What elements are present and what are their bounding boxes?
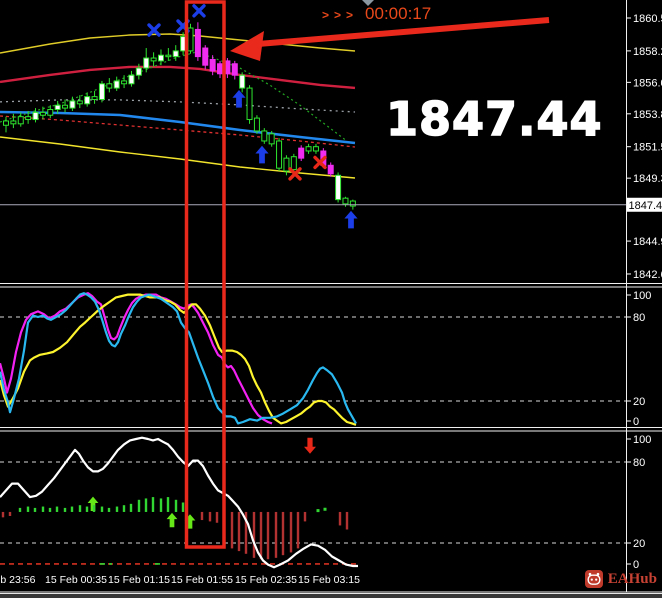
current-price-tag-text: 1847.44 bbox=[629, 200, 662, 212]
axis-label: 80 bbox=[633, 457, 645, 469]
histogram-bar-green bbox=[174, 499, 178, 512]
axis-label: 80 bbox=[633, 312, 645, 324]
histogram-bar-green bbox=[129, 503, 133, 512]
histogram-bar-green bbox=[92, 505, 96, 512]
histogram-bar-green bbox=[107, 507, 111, 512]
time-label: 15 Feb 01:15 bbox=[108, 574, 170, 586]
axis-label: 100 bbox=[633, 290, 651, 302]
axis-label: 1858.2 bbox=[633, 46, 662, 58]
time-label: 15 Feb 02:35 bbox=[235, 574, 297, 586]
histogram-bar-green bbox=[137, 499, 141, 512]
histogram-bar-red bbox=[303, 511, 307, 522]
eahub-watermark: EAHub bbox=[584, 570, 657, 588]
histogram-bar-green bbox=[181, 502, 185, 512]
eahub-label: EAHub bbox=[607, 570, 657, 587]
histogram-bar-green bbox=[159, 498, 163, 512]
histogram-bar-green bbox=[41, 506, 45, 512]
histogram-bar-red bbox=[266, 511, 270, 560]
histogram-bar-red bbox=[338, 511, 342, 526]
time-label: eb 23:56 bbox=[0, 574, 36, 586]
axis-label: 20 bbox=[633, 538, 645, 550]
histogram-bar-green bbox=[100, 506, 104, 512]
window-bottom-edge bbox=[0, 593, 662, 598]
axis-label: 20 bbox=[633, 396, 645, 408]
histogram-bar-green bbox=[55, 506, 59, 512]
time-label: 15 Feb 00:35 bbox=[45, 574, 107, 586]
axis-label: 1849.3 bbox=[633, 173, 662, 185]
histogram-bar-red bbox=[252, 511, 256, 558]
current-price-readout: 1847.44 bbox=[385, 91, 603, 147]
histogram-bar-green bbox=[85, 506, 89, 512]
timer-countdown: 00:00:17 bbox=[365, 4, 432, 23]
histogram-dot-green bbox=[316, 509, 320, 513]
histogram-dot-green bbox=[323, 507, 327, 511]
histogram-bar-red bbox=[281, 511, 285, 556]
time-axis[interactable]: eb 23:5615 Feb 00:3515 Feb 01:1515 Feb 0… bbox=[0, 574, 360, 586]
axis-label: 1860.5 bbox=[633, 13, 662, 25]
histogram-bar-red bbox=[1, 511, 5, 518]
histogram-bar-red bbox=[289, 511, 293, 553]
time-label: 15 Feb 03:15 bbox=[298, 574, 360, 586]
axis-label: 1853.8 bbox=[633, 109, 662, 121]
axis-label: 1844.9 bbox=[633, 236, 662, 248]
histogram-bar-red bbox=[237, 511, 241, 552]
histogram-bar-green bbox=[33, 507, 37, 512]
histogram-bar-green bbox=[26, 506, 30, 512]
histogram-bar-green bbox=[63, 507, 67, 512]
histogram-bar-red bbox=[345, 511, 349, 530]
histogram-bar-red bbox=[208, 511, 212, 522]
histogram-bar-red bbox=[8, 511, 12, 516]
axis-label: 1842.6 bbox=[633, 269, 662, 281]
axis-label: 1856.0 bbox=[633, 77, 662, 89]
histogram-bar-green bbox=[151, 497, 155, 512]
histogram-bar-red bbox=[274, 511, 278, 558]
timer-chevrons: >>> bbox=[322, 8, 359, 22]
trading-chart-window: 1847.44 1860.5 1858.2 1856.0 1853.8 1851.5 184… bbox=[0, 0, 662, 598]
axis-label: 100 bbox=[633, 434, 651, 446]
histogram-bar-red bbox=[296, 511, 300, 549]
axis-label: 1851.5 bbox=[633, 142, 662, 154]
histogram-bar-green bbox=[78, 505, 82, 512]
chart-canvas[interactable]: 1847.44 1860.5 1858.2 1856.0 1853.8 1851.5 184… bbox=[0, 0, 662, 598]
histogram-bar-green bbox=[18, 507, 22, 512]
histogram-bar-green bbox=[144, 498, 148, 512]
histogram-bar-green bbox=[166, 497, 170, 512]
histogram-bar-red bbox=[215, 511, 219, 523]
histogram-bar-green bbox=[122, 505, 126, 512]
histogram-bar-red bbox=[230, 511, 234, 549]
time-label: 15 Feb 01:55 bbox=[171, 574, 233, 586]
histogram-bar-green bbox=[48, 507, 52, 512]
axis-label: 0 bbox=[633, 416, 639, 428]
histogram-bar-red bbox=[200, 511, 204, 521]
eahub-robot-icon bbox=[584, 570, 603, 588]
histogram-bar-green bbox=[70, 506, 74, 512]
histogram-bar-green bbox=[115, 506, 119, 512]
histogram-bar-red bbox=[259, 511, 263, 560]
next-candle-timer: >>> 00:00:17 bbox=[322, 4, 431, 24]
